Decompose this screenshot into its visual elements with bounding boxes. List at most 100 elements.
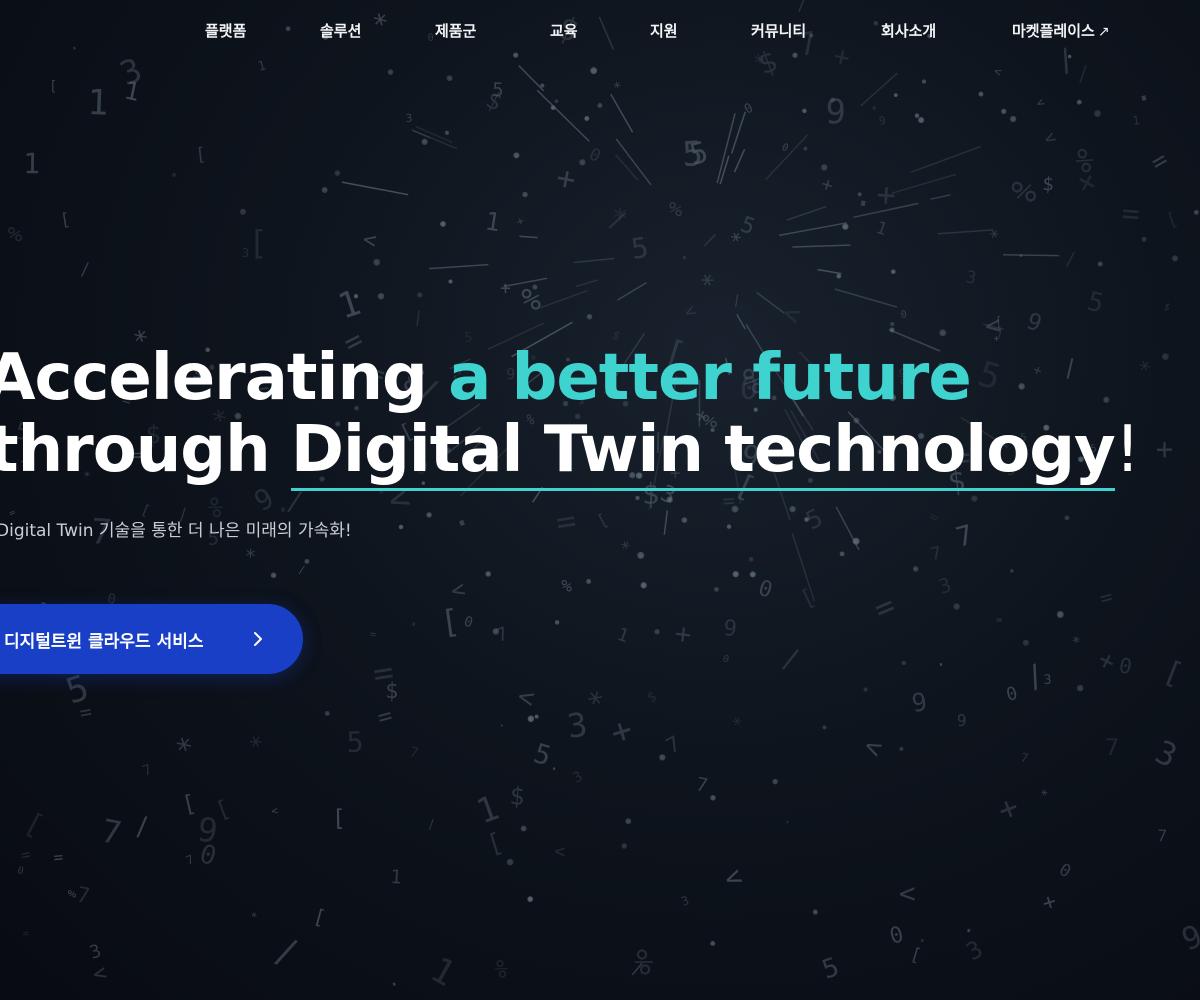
background-dot [579, 159, 586, 166]
nav-item-support[interactable]: 지원 [650, 20, 678, 41]
background-streak [786, 205, 827, 221]
background-glyph: 9 [910, 687, 929, 718]
background-dot [334, 170, 341, 176]
chevron-right-icon [254, 632, 262, 646]
background-glyph: [ [1158, 654, 1187, 693]
background-glyph: 1 [873, 218, 889, 240]
nav-item-marketplace[interactable]: 마켓플레이스 ↗ [1012, 20, 1110, 41]
background-dot [912, 566, 919, 572]
hero-headline-line-2: through Digital Twin technology! [0, 413, 1140, 491]
background-streak [778, 222, 848, 237]
nav-item-solutions[interactable]: 솔루션 [320, 20, 361, 41]
background-glyph: * [250, 910, 259, 924]
background-glyph: 5 [973, 354, 1005, 398]
background-dot [492, 628, 500, 635]
hero-headline-line-1: Accelerating a better future [0, 342, 972, 414]
background-glyph: / [779, 643, 802, 677]
background-glyph: < [681, 301, 699, 323]
background-dot [448, 279, 453, 284]
nav-item-education[interactable]: 교육 [550, 20, 578, 41]
background-dot [321, 187, 328, 193]
background-dot [635, 495, 640, 501]
background-glyph: < [779, 297, 805, 332]
background-glyph: % [6, 222, 24, 249]
background-glyph: + [553, 160, 578, 199]
background-glyph: . [781, 809, 797, 829]
background-glyph: 7 [694, 773, 710, 797]
background-glyph: . [932, 649, 948, 672]
background-dot [586, 313, 593, 320]
background-glyph: 0 [1117, 653, 1134, 679]
background-glyph: 0 [1056, 860, 1074, 882]
hero-subtitle: Digital Twin 기술을 통한 더 나은 미래의 가속화! [0, 521, 352, 541]
background-glyph: 5 [61, 668, 93, 713]
background-glyph: = [368, 627, 378, 641]
background-dot [621, 843, 627, 849]
background-dot [726, 524, 732, 529]
background-glyph: 1 [1131, 113, 1140, 128]
background-glyph: 7 [1019, 750, 1029, 765]
background-glyph: 7 [1105, 735, 1119, 761]
background-glyph: 1 [23, 147, 40, 180]
page: = *%. <3/3[. *[. * 0 7 1 5 + $0 3 9 7 5%. +3 = = *. 0[3 + +7 7… [0, 0, 1200, 1000]
background-glyph: % [520, 281, 543, 319]
background-glyph: [ [49, 79, 57, 95]
background-dot [914, 113, 920, 118]
background-dot [540, 83, 545, 88]
background-glyph: 3 [405, 111, 413, 125]
background-dot [836, 273, 842, 279]
nav-item-platform[interactable]: 플랫폼 [205, 20, 246, 41]
background-glyph: [ [438, 602, 462, 642]
background-streak [536, 89, 590, 142]
nav-item-about[interactable]: 회사소개 [881, 20, 936, 41]
background-glyph: [ [311, 904, 329, 930]
background-dot [901, 660, 906, 666]
background-dot [440, 221, 446, 227]
nav-item-products[interactable]: 제품군 [435, 20, 476, 41]
background-dot [377, 292, 385, 300]
background-dot [749, 571, 756, 578]
background-streak [736, 314, 746, 330]
background-glyph: 1 [333, 283, 365, 328]
background-glyph: = [374, 701, 395, 732]
background-dot [584, 116, 590, 121]
background-dot [978, 91, 984, 97]
background-streak [719, 155, 730, 185]
background-glyph: = [926, 509, 941, 527]
background-glyph: + [1093, 645, 1121, 679]
background-dot [597, 102, 603, 109]
background-glyph: = [53, 847, 64, 867]
background-glyph: 9 [957, 711, 967, 730]
background-glyph: . [961, 912, 978, 939]
background-glyph: 5 [737, 212, 758, 240]
background-glyph: 7 [494, 623, 511, 646]
digital-twin-cloud-service-button[interactable]: 디지털트윈 클라우드 서비스 [0, 604, 303, 674]
background-dot [654, 628, 660, 635]
background-glyph: % [490, 955, 512, 984]
background-glyph: + [500, 278, 511, 299]
background-dot [829, 97, 836, 103]
background-glyph: * [245, 730, 271, 762]
background-glyph: . [1013, 240, 1028, 263]
background-glyph: + [992, 787, 1024, 829]
background-dot [1162, 353, 1169, 360]
background-glyph: / [1061, 355, 1080, 383]
background-dot [1022, 639, 1029, 646]
background-glyph: / [701, 229, 718, 252]
background-glyph: 7 [408, 744, 420, 762]
background-dot [554, 99, 559, 104]
background-glyph: 0 [887, 922, 906, 950]
background-dot [1193, 209, 1199, 215]
background-dot [713, 586, 719, 592]
nav-item-community[interactable]: 커뮤니티 [751, 20, 806, 41]
background-dot [1094, 110, 1101, 117]
background-glyph: * [612, 79, 625, 97]
background-dot [732, 571, 739, 578]
background-dot [953, 603, 960, 610]
background-dot [586, 578, 592, 584]
background-glyph: + [515, 213, 526, 229]
background-glyph: < [992, 64, 1004, 80]
background-dot [971, 495, 978, 502]
background-glyph: + [1156, 432, 1174, 466]
background-glyph: 3 [571, 768, 586, 786]
